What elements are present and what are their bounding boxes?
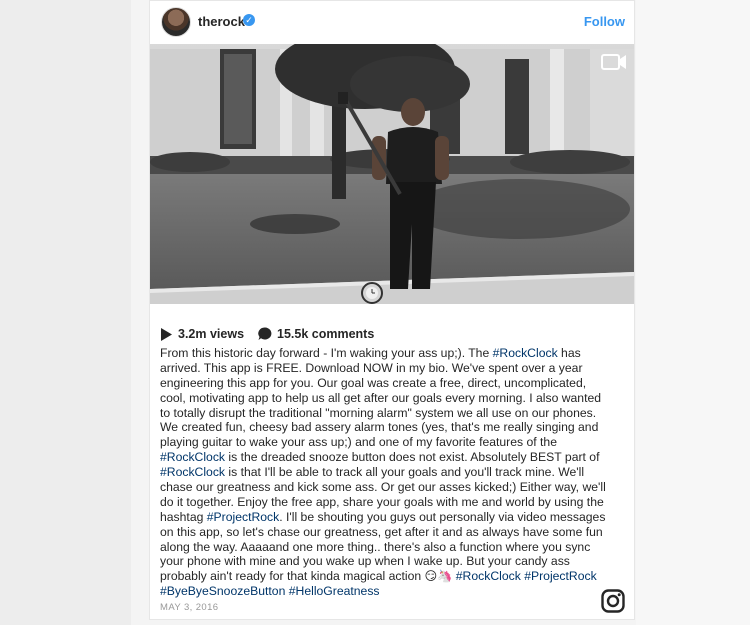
caption-line: do it together. Enjoy the free app, shar… (160, 495, 622, 510)
caption-text: hashtag (160, 509, 207, 524)
comment-bubble-icon (258, 327, 272, 340)
caption-line: #RockClock is that I'll be able to track… (160, 465, 622, 480)
caption-text: cool, motivating app to help us all get … (160, 390, 602, 405)
caption-line: arrived. This app is FREE. Download NOW … (160, 361, 622, 376)
post-date: MAY 3, 2016 (160, 602, 219, 613)
caption-text: engineering this app for you. Our goal w… (160, 375, 587, 390)
caption-line: We created fun, cheesy bad assery alarm … (160, 420, 622, 435)
instagram-logo-icon[interactable] (601, 589, 625, 613)
caption-line: to totally disrupt the traditional "morn… (160, 406, 622, 421)
caption-line: #RockClock is the dreaded snooze button … (160, 450, 622, 465)
video-camera-icon (601, 54, 626, 70)
caption-text: is the dreaded snooze button does not ex… (225, 450, 600, 465)
hashtag-link[interactable]: #RockClock (160, 450, 225, 464)
caption-line: playing guitar to wake your ass up;) and… (160, 435, 622, 450)
caption-line: #ByeByeSnoozeButton #HelloGreatness (160, 584, 622, 599)
caption-text: do it together. Enjoy the free app, shar… (160, 494, 604, 509)
post-caption: From this historic day forward - I'm wak… (160, 346, 622, 599)
views-count: 3.2m views (178, 327, 245, 341)
caption-text: your phone with mine and you wake up whe… (160, 554, 570, 569)
caption-text: From this historic day forward - I'm wak… (160, 346, 493, 360)
username-link[interactable]: therock (198, 14, 245, 29)
comments-count: 15.5k comments (277, 327, 375, 341)
verified-badge-icon: ✓ (243, 14, 255, 26)
caption-text: is that I'll be able to track all your g… (225, 465, 585, 480)
caption-line: chase our greatness and kick some ass. O… (160, 480, 622, 495)
hashtag-link[interactable]: #ByeByeSnoozeButton (160, 584, 285, 598)
caption-line: hashtag #ProjectRock. I'll be shouting y… (160, 510, 622, 525)
page-background-left (0, 0, 131, 625)
hashtag-link[interactable]: #RockClock (493, 346, 558, 360)
page-background-right (636, 0, 750, 625)
hashtag-link[interactable]: #ProjectRock (524, 569, 596, 583)
caption-line: your phone with mine and you wake up whe… (160, 554, 622, 569)
hashtag-link[interactable]: #HelloGreatness (289, 584, 380, 598)
caption-text: along the way. Aaaaand one more thing.. … (160, 539, 591, 554)
caption-text: to totally disrupt the traditional "morn… (160, 405, 597, 420)
instagram-embed-card: therock ✓ Follow 3.2m views 15.5k commen… (149, 0, 635, 620)
post-stats: 3.2m views 15.5k comments (160, 325, 374, 343)
post-header: therock ✓ Follow (150, 1, 634, 43)
follow-button[interactable]: Follow (584, 14, 625, 29)
caption-line: From this historic day forward - I'm wak… (160, 346, 622, 361)
hashtag-link[interactable]: #ProjectRock (207, 510, 279, 524)
caption-text: . I'll be shouting you guys out personal… (279, 509, 606, 524)
caption-line: probably ain't ready for that kinda magi… (160, 569, 622, 584)
avatar[interactable] (161, 7, 191, 37)
caption-line: along the way. Aaaaand one more thing.. … (160, 540, 622, 555)
hashtag-link[interactable]: #RockClock (456, 569, 521, 583)
caption-text: We created fun, cheesy bad assery alarm … (160, 420, 599, 435)
caption-line: cool, motivating app to help us all get … (160, 391, 622, 406)
caption-line: on this app, so let's chase our greatnes… (160, 525, 622, 540)
caption-text: probably ain't ready for that kinda magi… (160, 569, 456, 584)
caption-text: on this app, so let's chase our greatnes… (160, 524, 603, 539)
post-video-thumbnail[interactable] (150, 44, 634, 304)
hashtag-link[interactable]: #RockClock (160, 465, 225, 479)
caption-text: has (557, 346, 581, 360)
play-icon (161, 327, 172, 341)
caption-line: engineering this app for you. Our goal w… (160, 376, 622, 391)
video-frame-image (150, 44, 634, 304)
caption-text: playing guitar to wake your ass up;) and… (160, 435, 557, 450)
caption-text: chase our greatness and kick some ass. O… (160, 480, 606, 495)
caption-text: arrived. This app is FREE. Download NOW … (160, 360, 583, 375)
